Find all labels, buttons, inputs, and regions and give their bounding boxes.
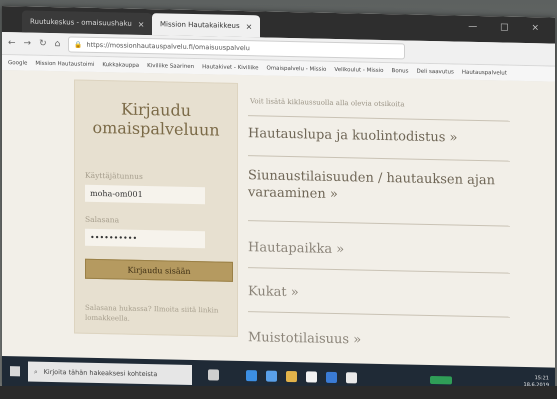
login-button[interactable]: Kirjaudu sisään (85, 258, 233, 282)
menu-link-siunaustilaisuus[interactable]: Siunaustilaisuuden / hautauksen ajan var… (248, 167, 518, 207)
intro-text: Voit lisätä kiklaussuolla alla olevia ot… (250, 97, 405, 109)
window-controls[interactable]: — □ × (468, 22, 549, 34)
monitor-bezel (0, 386, 557, 399)
bookmark-item[interactable]: Hautauspalvelut (462, 69, 507, 76)
task-view-icon[interactable] (208, 369, 219, 381)
bookmark-item[interactable]: Mission Hautaustoimi (35, 60, 94, 67)
tab-mission[interactable]: Mission Hautakaikkeus × (152, 13, 261, 38)
store-icon[interactable] (306, 371, 317, 383)
menu-link-hautapaikka[interactable]: Hautapaikka » (248, 239, 518, 262)
search-icon: ⌕ (34, 367, 38, 376)
divider (248, 311, 510, 318)
screen: Ruutukeskus - omaisuushaku × Mission Hau… (2, 6, 555, 398)
forward-icon[interactable]: → (24, 38, 32, 48)
close-icon[interactable]: × (138, 19, 145, 28)
menu-link-kukat[interactable]: Kukat » (248, 283, 518, 306)
divider (248, 220, 510, 227)
bookmark-item[interactable]: Hautakivet - Kiviliike (202, 64, 258, 71)
tab-label: Ruutukeskus - omaisuushaku (30, 17, 132, 28)
monitor: Ruutukeskus - omaisuushaku × Mission Hau… (0, 0, 557, 399)
divider (248, 267, 510, 274)
bookmark-item[interactable]: Google (8, 60, 27, 66)
divider (248, 155, 510, 162)
bookmark-item[interactable]: Deli saavutus (417, 68, 454, 75)
bookmark-item[interactable]: Kiviliike Saarinen (147, 63, 194, 70)
username-field[interactable]: moha-om001 (85, 184, 205, 205)
refresh-icon[interactable]: ↻ (39, 39, 47, 49)
page-content: Kirjaudu omaispalveluun Käyttäjätunnus m… (2, 70, 555, 368)
url-text: https://mossionhautauspalvelu.fi/omaisuu… (86, 40, 250, 53)
taskbar-search-input[interactable]: ⌕ Kirjoita tähän hakeaksesi kohteista (28, 361, 192, 385)
bookmark-item[interactable]: Omaispalvelu - Missio (267, 65, 327, 72)
password-label: Salasana (85, 214, 120, 225)
edge-browser-icon[interactable] (246, 370, 257, 382)
lock-icon: 🔒 (74, 40, 83, 49)
tab-ruutukeskus[interactable]: Ruutukeskus - omaisuushaku × (22, 10, 153, 36)
home-icon[interactable]: ⌂ (55, 39, 61, 49)
battery-icon[interactable] (430, 375, 452, 385)
windows-start-icon[interactable] (10, 366, 20, 377)
divider (248, 115, 510, 122)
login-title: Kirjaudu omaispalveluun (92, 99, 220, 140)
people-icon[interactable] (266, 370, 277, 382)
forgot-password-link[interactable]: Salasana hukassa? Ilmoita siitä linkin l… (85, 303, 225, 326)
file-explorer-icon[interactable] (286, 370, 297, 383)
bookmark-item[interactable]: Kukkakauppa (102, 62, 139, 69)
menu-link-hautauslupa[interactable]: Hautauslupa ja kuolintodistus » (248, 125, 518, 148)
username-label: Käyttäjätunnus (85, 170, 143, 181)
close-icon[interactable]: × (246, 22, 253, 31)
address-bar[interactable]: 🔒 https://mossionhautauspalvelu.fi/omais… (68, 36, 406, 60)
tab-label: Mission Hautakaikkeus (160, 20, 240, 30)
bookmark-item[interactable]: Velikoulut - Missio (334, 66, 383, 73)
search-placeholder: Kirjoita tähän hakeaksesi kohteista (43, 367, 158, 379)
outlook-icon[interactable] (326, 371, 337, 384)
bookmark-item[interactable]: Bonus (392, 68, 409, 74)
login-panel: Kirjaudu omaispalveluun Käyttäjätunnus m… (74, 79, 238, 337)
back-icon[interactable]: ← (8, 38, 16, 48)
password-field[interactable]: •••••••••• (85, 228, 205, 249)
menu-link-muistotilaisuus[interactable]: Muistotilaisuus » (248, 329, 518, 352)
mail-icon[interactable] (346, 372, 357, 384)
